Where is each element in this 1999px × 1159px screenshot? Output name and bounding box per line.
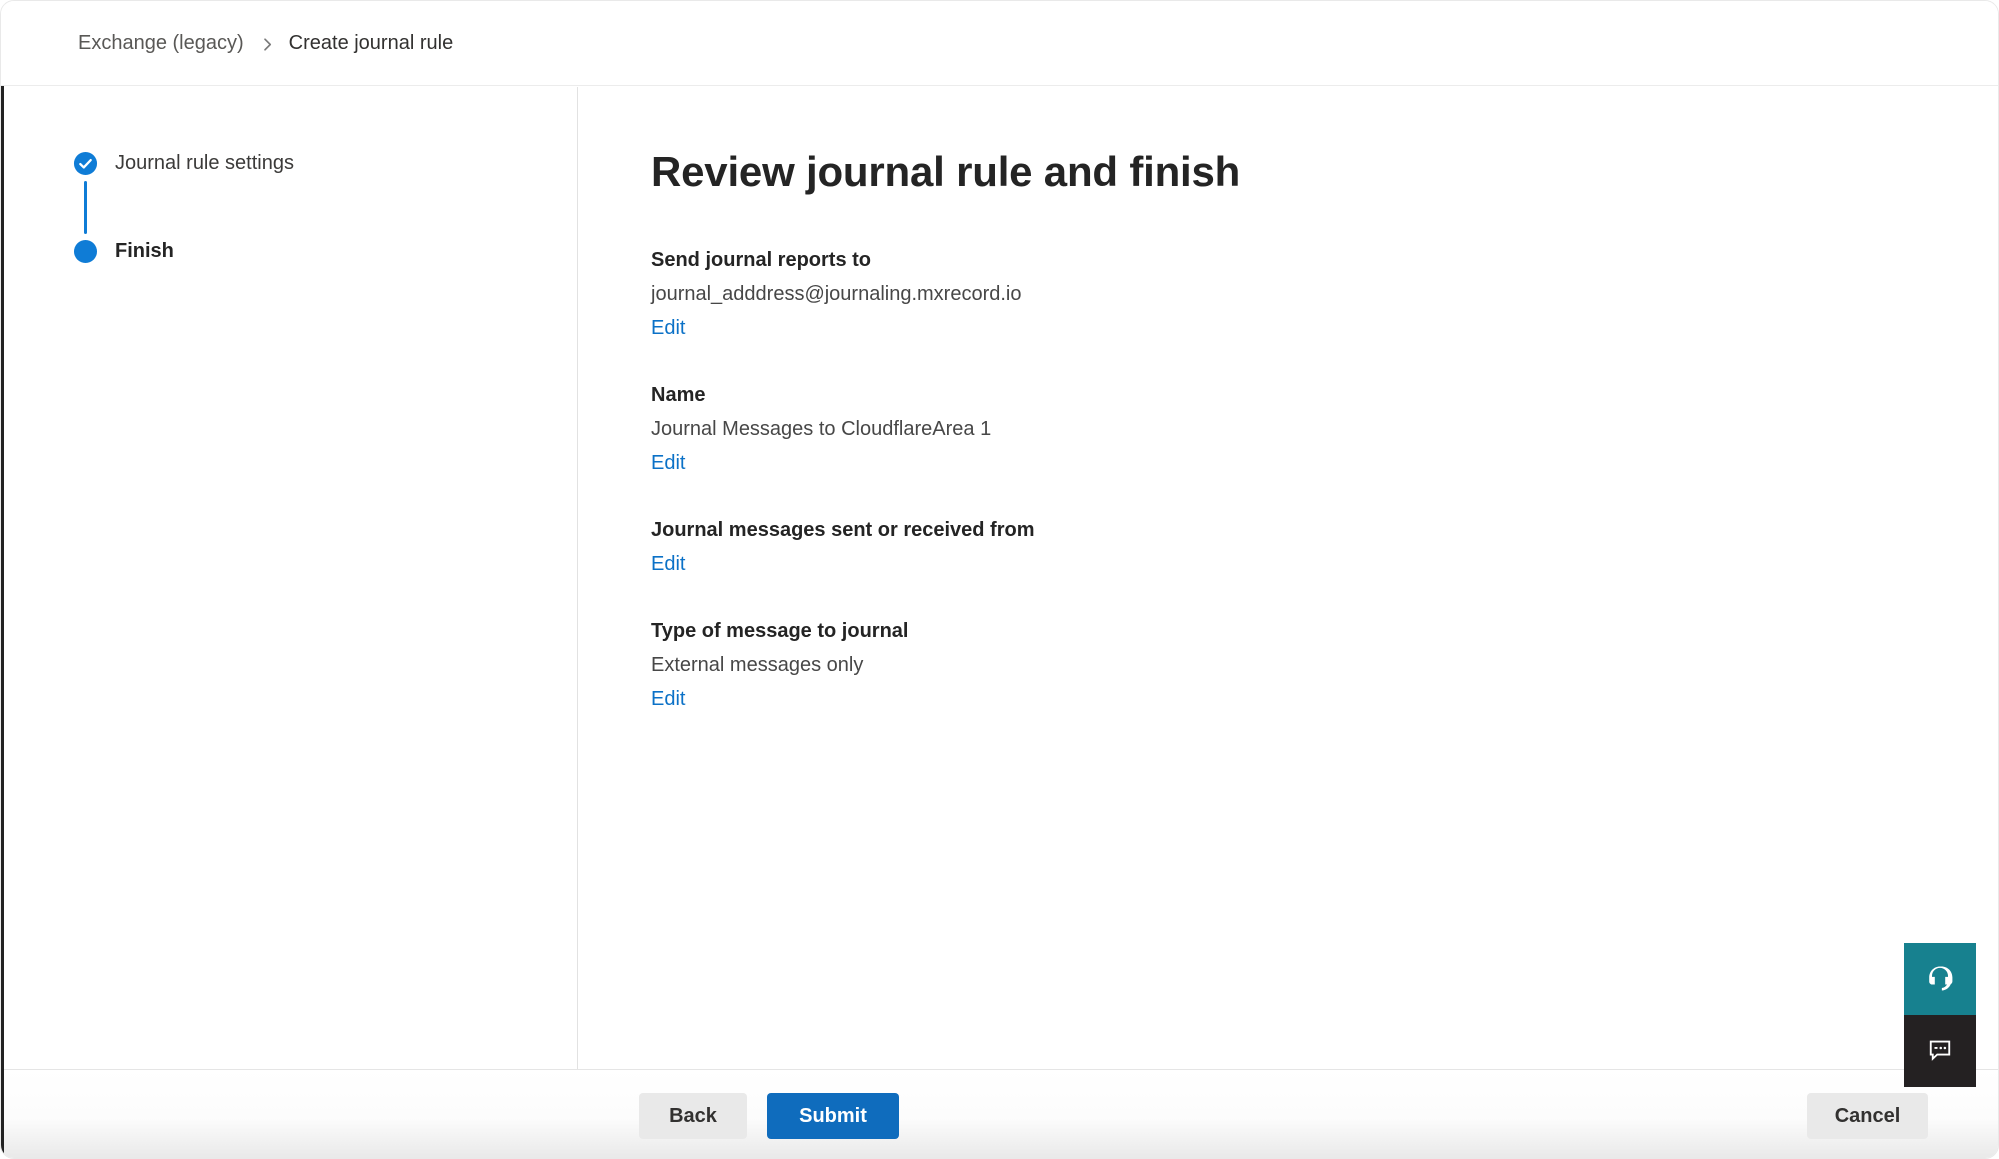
wizard-step-journal-rule-settings[interactable]: Journal rule settings (73, 151, 294, 176)
section-label: Type of message to journal (651, 617, 1998, 645)
wizard-step-label: Finish (115, 240, 174, 263)
wizard-step-finish[interactable]: Finish (73, 239, 174, 264)
step-connector-line (84, 181, 87, 234)
content-band: Journal rule settings Finish Review jour… (1, 87, 1998, 1069)
wizard-steps-panel: Journal rule settings Finish (1, 87, 578, 1069)
breadcrumb-exchange-legacy-link[interactable]: Exchange (legacy) (78, 32, 244, 55)
create-journal-rule-window: Exchange (legacy) Create journal rule Jo… (0, 0, 1999, 1159)
support-button[interactable] (1904, 943, 1976, 1015)
review-panel: Review journal rule and finish Send jour… (578, 87, 1998, 1069)
breadcrumb-current-page: Create journal rule (289, 32, 454, 55)
breadcrumb: Exchange (legacy) Create journal rule (1, 1, 1998, 86)
submit-button[interactable]: Submit (767, 1093, 899, 1139)
review-sections: Send journal reports to journal_adddress… (651, 246, 1998, 713)
section-label: Name (651, 381, 1998, 409)
section-send-journal-reports-to: Send journal reports to journal_adddress… (651, 246, 1998, 342)
edit-name-link[interactable]: Edit (651, 449, 685, 477)
section-value: journal_adddress@journaling.mxrecord.io (651, 280, 1998, 308)
window-left-edge (1, 86, 4, 1158)
footer-action-bar: Back Submit Cancel (1, 1069, 1998, 1158)
wizard-step-label: Journal rule settings (115, 152, 294, 175)
section-message-type: Type of message to journal External mess… (651, 617, 1998, 713)
headset-icon (1924, 962, 1956, 997)
floating-side-panel (1904, 943, 1976, 1087)
back-button[interactable]: Back (639, 1093, 747, 1139)
section-journal-messages-scope: Journal messages sent or received from E… (651, 516, 1998, 578)
chevron-right-icon (260, 37, 275, 52)
section-value: Journal Messages to CloudflareArea 1 (651, 415, 1998, 443)
step-completed-check-icon (73, 151, 98, 176)
edit-journal-messages-scope-link[interactable]: Edit (651, 550, 685, 578)
cancel-button[interactable]: Cancel (1807, 1093, 1928, 1139)
edit-send-journal-reports-link[interactable]: Edit (651, 314, 685, 342)
section-label: Journal messages sent or received from (651, 516, 1998, 544)
chat-dots-icon (1925, 1035, 1955, 1068)
edit-message-type-link[interactable]: Edit (651, 685, 685, 713)
step-current-dot-icon (73, 239, 98, 264)
section-name: Name Journal Messages to CloudflareArea … (651, 381, 1998, 477)
section-value: External messages only (651, 651, 1998, 679)
section-label: Send journal reports to (651, 246, 1998, 274)
page-title: Review journal rule and finish (651, 144, 1998, 200)
feedback-button[interactable] (1904, 1015, 1976, 1087)
